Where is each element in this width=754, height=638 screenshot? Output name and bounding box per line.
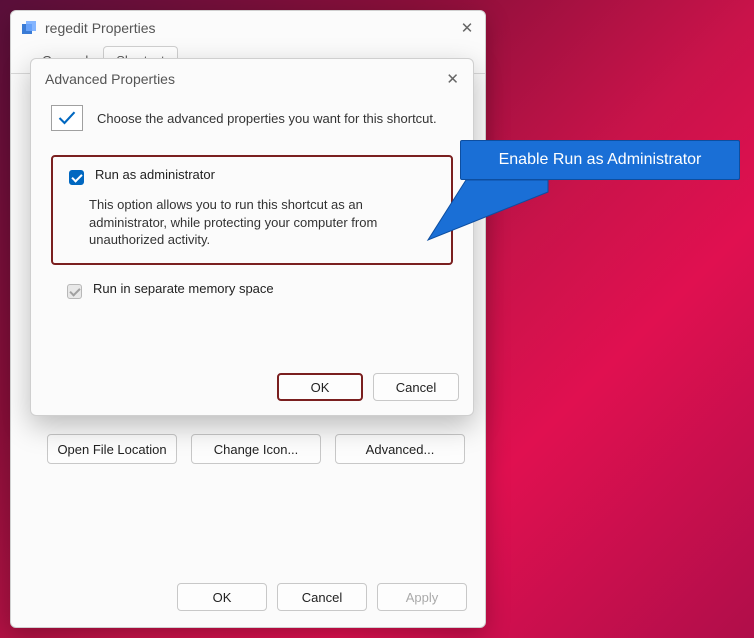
run-as-admin-label: Run as administrator [95, 167, 215, 182]
apply-button[interactable]: Apply [377, 583, 467, 611]
advanced-properties-dialog: Advanced Properties ✕ Choose the advance… [30, 58, 474, 416]
change-icon-button[interactable]: Change Icon... [191, 434, 321, 464]
advanced-dialog-buttons: OK Cancel [277, 373, 459, 401]
checkmark-icon [51, 105, 83, 131]
ok-button[interactable]: OK [277, 373, 363, 401]
annotation-callout: Enable Run as Administrator [460, 140, 740, 180]
properties-titlebar: regedit Properties ✕ [11, 11, 485, 45]
advanced-title: Advanced Properties [45, 71, 446, 87]
properties-bottom-buttons: OK Cancel Apply [177, 583, 467, 611]
run-as-admin-highlight: Run as administrator This option allows … [51, 155, 453, 265]
advanced-intro-text: Choose the advanced properties you want … [97, 111, 437, 126]
run-as-admin-description: This option allows you to run this short… [89, 196, 435, 249]
open-file-location-button[interactable]: Open File Location [47, 434, 177, 464]
close-icon[interactable]: ✕ [446, 70, 459, 88]
shortcut-action-row: Open File Location Change Icon... Advanc… [47, 434, 465, 464]
separate-memory-checkbox [67, 284, 82, 299]
advanced-titlebar: Advanced Properties ✕ [31, 59, 473, 99]
close-icon[interactable]: ✕ [459, 19, 475, 37]
properties-title: regedit Properties [45, 20, 459, 36]
ok-button[interactable]: OK [177, 583, 267, 611]
advanced-body: Choose the advanced properties you want … [31, 99, 473, 302]
callout-text: Enable Run as Administrator [499, 151, 702, 169]
shortcut-icon [21, 20, 37, 36]
cancel-button[interactable]: Cancel [373, 373, 459, 401]
separate-memory-label: Run in separate memory space [93, 281, 274, 296]
cancel-button[interactable]: Cancel [277, 583, 367, 611]
advanced-button[interactable]: Advanced... [335, 434, 465, 464]
advanced-intro-row: Choose the advanced properties you want … [51, 105, 453, 131]
run-as-admin-checkbox[interactable] [69, 170, 84, 185]
